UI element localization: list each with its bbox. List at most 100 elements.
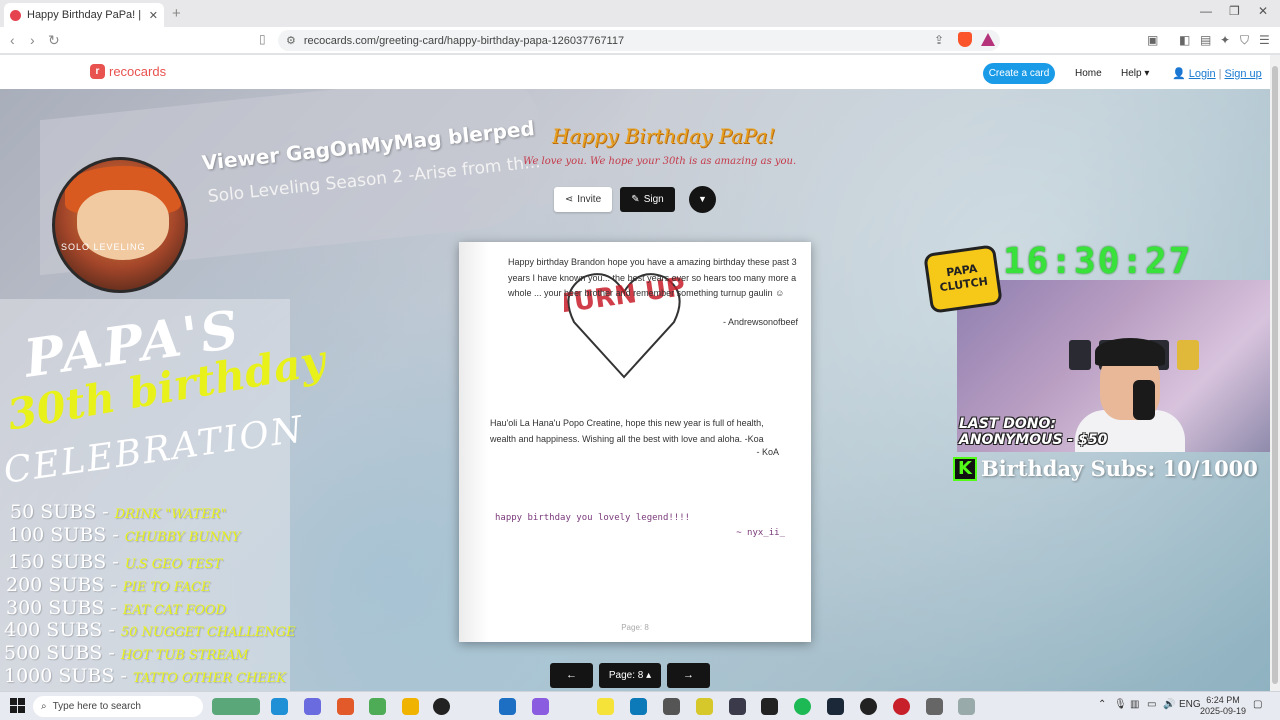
edge-icon[interactable] bbox=[271, 698, 288, 715]
invite-button[interactable]: ⋖ Invite bbox=[554, 187, 612, 212]
back-icon[interactable]: ‹ bbox=[10, 32, 15, 48]
search-placeholder: Type here to search bbox=[52, 701, 141, 712]
next-page-button[interactable]: → bbox=[667, 663, 710, 688]
last-dono: LAST DONO: ANONYMOUS - $50 bbox=[959, 416, 1108, 448]
settings-icon[interactable] bbox=[926, 698, 943, 715]
brave-taskbar-icon[interactable] bbox=[337, 698, 354, 715]
app-icon[interactable] bbox=[630, 698, 647, 715]
reading-list-icon[interactable]: ▣ bbox=[1147, 33, 1158, 47]
create-card-button[interactable]: Create a card bbox=[983, 63, 1055, 84]
recocards-favicon bbox=[10, 9, 21, 21]
kick-icon: K bbox=[953, 456, 977, 481]
minimize-icon[interactable]: — bbox=[1200, 4, 1212, 18]
message-1-text: Happy birthday Brandon hope you have a a… bbox=[508, 257, 797, 298]
app-icon[interactable] bbox=[958, 698, 975, 715]
tab-title: Happy Birthday PaPa! | RecoCar… bbox=[27, 9, 143, 21]
snapchat-icon[interactable] bbox=[597, 698, 614, 715]
page-number: Page: 8 bbox=[621, 623, 649, 632]
notifications-icon[interactable]: ▢ bbox=[1253, 699, 1262, 710]
more-options-button[interactable]: ▼ bbox=[689, 186, 716, 213]
page-selector[interactable]: Page: 8 ▴ bbox=[599, 663, 661, 688]
network-icon[interactable]: ▭ bbox=[1147, 699, 1156, 710]
forward-icon[interactable]: › bbox=[30, 32, 35, 48]
wallet-icon[interactable]: ▤ bbox=[1200, 33, 1211, 47]
volume-icon[interactable]: 🔊 bbox=[1163, 699, 1175, 710]
goal-row: 400 SUBS - 50 NUGGET CHALLENGE bbox=[4, 619, 296, 641]
app-icon[interactable] bbox=[663, 698, 680, 715]
mic-icon[interactable]: 🎙 bbox=[1114, 699, 1127, 710]
url-bar[interactable]: ⚙ recocards.com/greeting-card/happy-birt… bbox=[278, 30, 1000, 51]
nav-help-dropdown[interactable]: Help ▾ bbox=[1121, 68, 1149, 79]
logo-text: recocards bbox=[109, 64, 167, 79]
sign-button[interactable]: ✎ Sign bbox=[620, 187, 675, 212]
message-3-text: happy birthday you lovely legend!!!! bbox=[495, 513, 691, 523]
outlook-icon[interactable] bbox=[499, 698, 516, 715]
steam-icon[interactable] bbox=[827, 698, 844, 715]
language-indicator[interactable]: ENG bbox=[1179, 699, 1201, 710]
tab-strip: Happy Birthday PaPa! | RecoCar… ✕ + — ❐ … bbox=[0, 0, 1280, 27]
recocards-logo[interactable]: r recocards bbox=[90, 64, 166, 79]
site-info-icon[interactable]: ⚙ bbox=[286, 34, 296, 47]
start-windows-icon[interactable] bbox=[10, 698, 25, 713]
new-tab-button[interactable]: + bbox=[172, 5, 181, 22]
goal-row: 1000 SUBS - TATTO OTHER CHEEK bbox=[4, 665, 286, 687]
message-2-text: Hau'oli La Hana'u Popo Creatine, hope th… bbox=[490, 418, 764, 444]
share-nodes-icon: ⋖ bbox=[564, 194, 574, 205]
goal-row: 300 SUBS - EAT CAT FOOD bbox=[6, 597, 226, 619]
caret-down-icon: ▼ bbox=[698, 194, 707, 204]
avatar-caption: SOLO LEVELING bbox=[61, 242, 146, 252]
tray-chevron-icon[interactable]: ⌃ bbox=[1098, 699, 1106, 710]
discord-icon[interactable] bbox=[532, 698, 549, 715]
app-icon[interactable] bbox=[893, 698, 910, 715]
pen-icon: ✎ bbox=[631, 194, 640, 205]
login-link[interactable]: Login bbox=[1189, 68, 1216, 80]
chrome-icon[interactable] bbox=[369, 698, 386, 715]
birthday-subs-text: Birthday Subs: 10/1000 bbox=[981, 456, 1258, 481]
prev-page-button[interactable]: ← bbox=[550, 663, 593, 688]
menu-icon[interactable]: ☰ bbox=[1259, 33, 1270, 47]
copilot-icon[interactable] bbox=[304, 698, 321, 715]
birthday-subs-counter: K Birthday Subs: 10/1000 bbox=[953, 456, 1258, 481]
restore-icon[interactable]: ❐ bbox=[1229, 4, 1240, 18]
app-icon[interactable] bbox=[696, 698, 713, 715]
taskbar-search[interactable]: ⌕ Type here to search bbox=[33, 696, 203, 717]
logo-mark-icon: r bbox=[90, 64, 105, 79]
share-icon[interactable]: ⇪ bbox=[934, 33, 944, 47]
app-icon[interactable] bbox=[729, 698, 746, 715]
auth-separator: | bbox=[1218, 67, 1222, 80]
gpu-icon[interactable]: ▥ bbox=[1130, 699, 1139, 710]
address-toolbar: ‹ › ↻ ▯ ⚙ recocards.com/greeting-card/ha… bbox=[0, 27, 1280, 54]
bookmark-icon[interactable]: ▯ bbox=[259, 32, 266, 46]
leo-ai-icon[interactable]: ✦ bbox=[1220, 33, 1230, 47]
browser-tab[interactable]: Happy Birthday PaPa! | RecoCar… ✕ bbox=[4, 3, 164, 27]
signup-link[interactable]: Sign up bbox=[1224, 68, 1261, 80]
goal-row: 100 SUBS - CHUBBY BUNNY bbox=[8, 524, 241, 546]
taskbar-clock[interactable]: 6:24 PM 2025-09-19 bbox=[1200, 695, 1246, 717]
brave-shields-icon[interactable] bbox=[958, 32, 972, 47]
sidebar-icon[interactable]: ◧ bbox=[1179, 33, 1190, 47]
vpn-icon[interactable]: ⛉ bbox=[1240, 33, 1249, 48]
url-text: recocards.com/greeting-card/happy-birthd… bbox=[303, 34, 625, 47]
windows-taskbar: ⌕ Type here to search ⌃ 🎙 ▥ ▭ 🔊 ENG 6:24… bbox=[0, 691, 1280, 720]
caret-down-icon: ▾ bbox=[1144, 68, 1150, 79]
dell-icon[interactable] bbox=[433, 698, 450, 715]
nav-home-link[interactable]: Home bbox=[1075, 68, 1102, 79]
stream-clock: 16:30:27 bbox=[1003, 241, 1193, 282]
goal-row: 150 SUBS - U.S GEO TEST bbox=[8, 551, 223, 573]
brave-rewards-icon[interactable] bbox=[981, 33, 995, 46]
goal-row: 50 SUBS - DRINK "WATER" bbox=[10, 501, 227, 523]
widgets-icon[interactable] bbox=[212, 698, 260, 715]
app-icon[interactable] bbox=[761, 698, 778, 715]
card-page: TURN UP Happy birthday Brandon hope you … bbox=[459, 242, 811, 642]
reload-icon[interactable]: ↻ bbox=[48, 32, 60, 49]
card-stage: SOLO LEVELING Viewer GagOnMyMag blerped … bbox=[0, 89, 1270, 691]
spotify-icon[interactable] bbox=[794, 698, 811, 715]
goal-row: 200 SUBS - PIE TO FACE bbox=[6, 574, 211, 596]
scrollbar-thumb[interactable] bbox=[1272, 66, 1278, 684]
user-icon: 👤 bbox=[1172, 68, 1186, 80]
alert-avatar: SOLO LEVELING bbox=[52, 157, 188, 293]
close-tab-icon[interactable]: ✕ bbox=[149, 9, 158, 22]
close-window-icon[interactable]: ✕ bbox=[1258, 4, 1268, 18]
file-explorer-icon[interactable] bbox=[402, 698, 419, 715]
obs-icon[interactable] bbox=[860, 698, 877, 715]
